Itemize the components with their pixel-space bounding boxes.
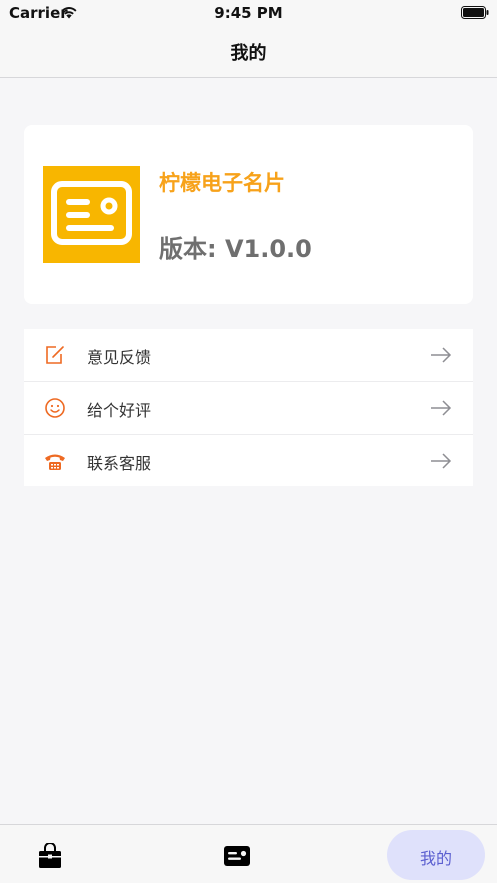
smile-icon — [45, 398, 65, 418]
menu-item-label: 意见反馈 — [87, 348, 152, 367]
app-name: 柠檬电子名片 — [159, 171, 285, 195]
profile-screen: Carrier 9:45 PM 我的 柠檬电子名片 版本: V1.0.0 意见反… — [0, 0, 497, 883]
clock: 9:45 PM — [214, 4, 283, 22]
status-bar: Carrier 9:45 PM — [0, 0, 497, 26]
tab-mine-label: 我的 — [419, 849, 452, 868]
business-card-icon — [43, 166, 140, 263]
shopping-bag-icon[interactable] — [36, 843, 64, 869]
tab-bar: 我的 — [0, 824, 497, 883]
tab-mine[interactable]: 我的 — [387, 830, 485, 880]
edit-icon — [46, 346, 64, 364]
arrow-right-icon — [431, 347, 452, 363]
menu-item-label: 给个好评 — [87, 401, 152, 420]
app-version: 版本: V1.0.0 — [159, 235, 312, 263]
arrow-right-icon — [431, 453, 452, 469]
telephone-icon — [45, 454, 65, 470]
menu-item-rate[interactable]: 给个好评 — [24, 382, 473, 434]
app-info-card: 柠檬电子名片 版本: V1.0.0 — [24, 125, 473, 304]
menu-item-feedback[interactable]: 意见反馈 — [24, 329, 473, 381]
business-card-icon[interactable] — [223, 845, 251, 867]
arrow-right-icon — [431, 400, 452, 416]
menu-item-contact-support[interactable]: 联系客服 — [24, 435, 473, 487]
page-title: 我的 — [230, 43, 267, 64]
battery-icon — [461, 6, 489, 19]
nav-bar: 我的 — [0, 26, 497, 78]
menu-item-label: 联系客服 — [87, 454, 152, 473]
settings-menu: 意见反馈 给个好评 联系客服 — [24, 329, 473, 486]
